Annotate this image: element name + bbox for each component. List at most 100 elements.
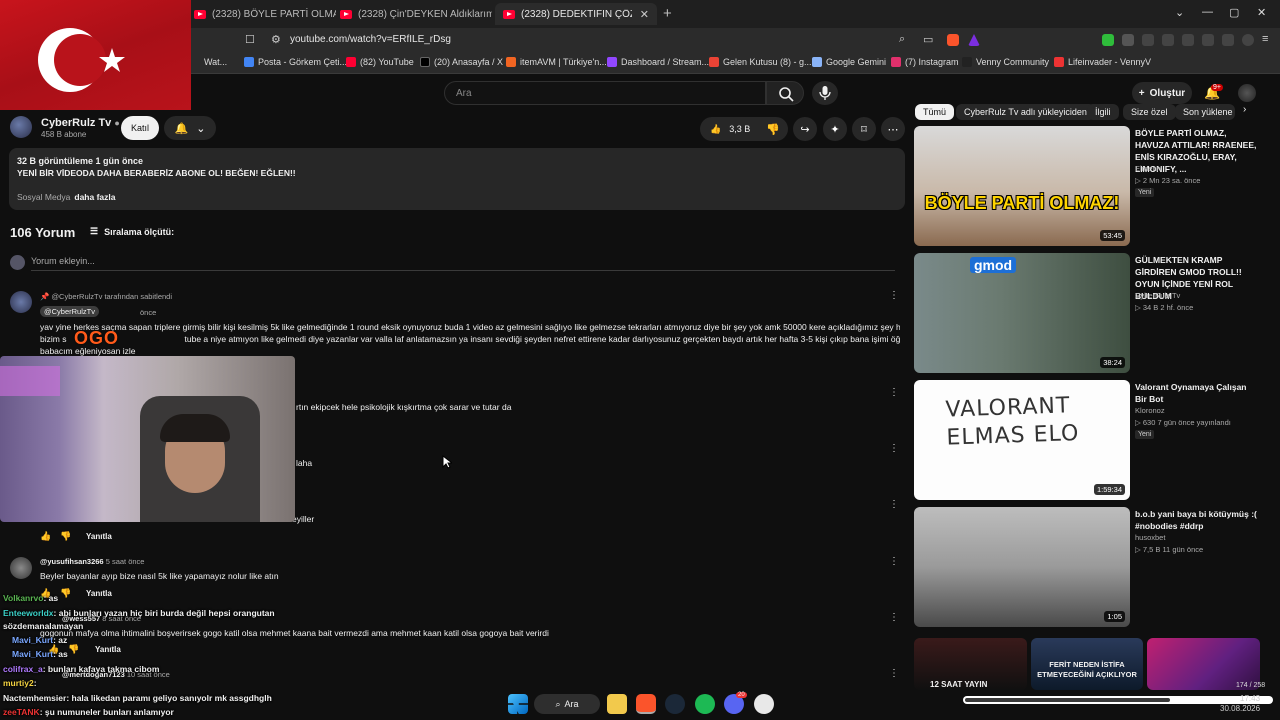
video-channel[interactable]: Kloronoz <box>1135 406 1165 415</box>
channel-name[interactable]: CyberRulz Tv ● <box>41 117 120 129</box>
ask-button[interactable]: ✦ <box>823 117 847 141</box>
search-input[interactable]: Ara <box>444 81 766 105</box>
channel-avatar[interactable] <box>10 116 32 138</box>
brave-browser-icon[interactable] <box>636 694 656 714</box>
show-more-link[interactable]: daha fazla <box>74 192 115 202</box>
cast-icon[interactable]: ▭ <box>923 33 933 46</box>
bookmark-item[interactable]: Lifeinvader - VennyV <box>1054 57 1151 67</box>
bookmark-item[interactable]: Dashboard / Stream... <box>607 57 709 67</box>
tab-1[interactable]: (2328) BÖYLE PARTİ OLMAZ, HAVUZA ATTILAR… <box>186 3 336 25</box>
comment-avatar[interactable] <box>10 557 32 579</box>
bookmark-item[interactable]: (82) YouTube <box>346 57 414 67</box>
minimize-icon[interactable]: — <box>1202 6 1213 18</box>
subscribed-button[interactable]: 🔔 ⌄ <box>164 116 216 140</box>
taskbar-search[interactable]: ⌕ Ara <box>534 694 600 714</box>
maximize-icon[interactable]: ▢ <box>1229 6 1239 19</box>
video-channel[interactable]: Elraenn <box>1135 164 1161 173</box>
create-button[interactable]: + Oluştur <box>1132 82 1192 104</box>
save-button[interactable]: ⌑ <box>852 117 876 141</box>
chat-message: colifrax_a: bunları kafaya takma cibom <box>3 664 160 674</box>
wallet-icon[interactable] <box>1202 34 1214 46</box>
dislike-comment-icon[interactable]: 👎 <box>60 588 71 599</box>
reply-button[interactable]: Yanıtla <box>95 645 121 654</box>
comment-menu-icon[interactable]: ⋮ <box>889 290 899 301</box>
bookmark-item[interactable]: Wat... <box>204 57 227 67</box>
chevron-right-icon[interactable]: › <box>1243 104 1246 115</box>
voice-search-button[interactable] <box>812 81 838 105</box>
extension-green-icon[interactable] <box>1102 34 1114 46</box>
comment-menu-icon[interactable]: ⋮ <box>889 443 899 454</box>
comment-menu-icon[interactable]: ⋮ <box>889 499 899 510</box>
chat-message: Volkanrvo: as <box>3 593 59 603</box>
close-tab-icon[interactable]: ✕ <box>640 8 649 21</box>
video-channel[interactable]: husoxbet <box>1135 533 1165 542</box>
close-window-icon[interactable]: ✕ <box>1257 6 1266 19</box>
bookmark-item[interactable]: (20) Anasayfa / X <box>420 57 503 67</box>
bookmark-item[interactable]: Venny Community <box>962 57 1049 67</box>
short-thumbnail[interactable]: 12 SAAT YAYIN <box>914 638 1027 690</box>
bookmark-item[interactable]: (7) Instagram <box>891 57 959 67</box>
comment-author[interactable]: @CyberRulzTv <box>40 306 99 317</box>
sort-icon: ☰ <box>90 226 99 236</box>
video-thumbnail[interactable]: gmod 38:24 <box>914 253 1130 373</box>
zoom-icon[interactable]: ⌕ <box>899 33 905 46</box>
more-actions-button[interactable]: ⋯ <box>881 117 905 141</box>
like-comment-icon[interactable]: 👍 <box>40 531 51 542</box>
video-thumbnail[interactable]: 1:05 <box>914 507 1130 627</box>
chip-all[interactable]: Tümü <box>915 104 955 120</box>
steam-icon[interactable] <box>665 694 685 714</box>
file-explorer-icon[interactable] <box>607 694 627 714</box>
thumbnail-overlay-text: gmod <box>970 257 1017 273</box>
new-tab-button[interactable]: + <box>663 5 672 22</box>
join-button[interactable]: Katıl <box>121 116 159 140</box>
tab-search-icon[interactable]: ⌄ <box>1175 6 1184 19</box>
comment-menu-icon[interactable]: ⋮ <box>889 612 899 623</box>
chip-related[interactable]: İlgili <box>1087 104 1119 120</box>
video-description[interactable]: 32 B görüntüleme 1 gün önce YENİ BİR VİD… <box>9 148 905 210</box>
video-title[interactable]: b.o.b yani baya bi kötüymüş :( #nobodies… <box>1135 508 1260 532</box>
windows-start-icon[interactable] <box>508 694 528 714</box>
tab-2[interactable]: (2328) Çin'DEYKEN Aldıklarım! Toplu <box>332 3 492 25</box>
leo-ai-icon[interactable] <box>1222 34 1234 46</box>
bookmark-item[interactable]: Google Gemini <box>812 57 886 67</box>
sidebar-icon[interactable] <box>1182 34 1194 46</box>
menu-icon[interactable]: ≡ <box>1262 33 1268 45</box>
chip-recent[interactable]: Son yüklene <box>1175 104 1235 120</box>
share-button[interactable]: ↪ <box>793 117 817 141</box>
video-thumbnail[interactable]: VALORANT ELMAS ELO 1:59:34 <box>914 380 1130 500</box>
url-field[interactable]: youtube.com/watch?v=ERfILE_rDsg <box>290 34 451 45</box>
dislike-comment-icon[interactable]: 👎 <box>60 531 71 542</box>
obs-icon[interactable] <box>754 694 774 714</box>
vpn-icon[interactable] <box>1242 34 1254 46</box>
video-channel[interactable]: CyberRulz Tv <box>1135 291 1180 300</box>
chip-from-uploader[interactable]: CyberRulz Tv adlı yükleyiciden <box>956 104 1095 120</box>
short-thumbnail[interactable]: FERİT NEDEN İSTİFA ETMEYECEĞİNİ AÇIKLIYO… <box>1031 638 1143 690</box>
extension-icon[interactable] <box>1122 34 1134 46</box>
comment-menu-icon[interactable]: ⋮ <box>889 556 899 567</box>
sort-button[interactable]: ☰ Sıralama ölçütü: <box>90 226 174 237</box>
reply-button[interactable]: Yanıtla <box>86 589 112 598</box>
brave-shield-icon[interactable] <box>947 34 959 46</box>
reply-button[interactable]: Yanıtla <box>86 532 112 541</box>
chip-for-you[interactable]: Size özel <box>1123 104 1176 120</box>
tab-3-active[interactable]: (2328) DEDEKTİFİN ÇÖZEMEYECEĞİ✕ <box>495 3 657 25</box>
add-comment-input[interactable]: Yorum ekleyin... <box>31 256 95 266</box>
comment-avatar[interactable] <box>10 291 32 313</box>
bookmark-item[interactable]: Posta - Görkem Çeti... <box>244 57 347 67</box>
bookmark-icon[interactable]: ☐ <box>245 33 255 46</box>
dislike-comment-icon[interactable]: 👎 <box>68 644 79 655</box>
account-avatar[interactable] <box>1238 84 1256 102</box>
dislike-button[interactable]: 👎 <box>761 117 785 141</box>
search-button[interactable] <box>766 81 804 105</box>
video-title[interactable]: Valorant Oynamaya Çalışan Bir Bot <box>1135 381 1260 405</box>
bookmark-item[interactable]: itemAVM | Türkiye'n... <box>506 57 607 67</box>
comment-menu-icon[interactable]: ⋮ <box>889 668 899 679</box>
video-thumbnail[interactable]: BÖYLE PARTİ OLMAZ! 53:45 <box>914 126 1130 246</box>
site-info-icon[interactable]: ⚙ <box>271 33 281 46</box>
extensions-puzzle-icon[interactable] <box>1142 34 1154 46</box>
brave-rewards-icon[interactable] <box>968 34 980 46</box>
spotify-icon[interactable] <box>695 694 715 714</box>
extension-icon[interactable] <box>1162 34 1174 46</box>
comment-menu-icon[interactable]: ⋮ <box>889 387 899 398</box>
bookmark-item[interactable]: Gelen Kutusu (8) - g... <box>709 57 812 67</box>
